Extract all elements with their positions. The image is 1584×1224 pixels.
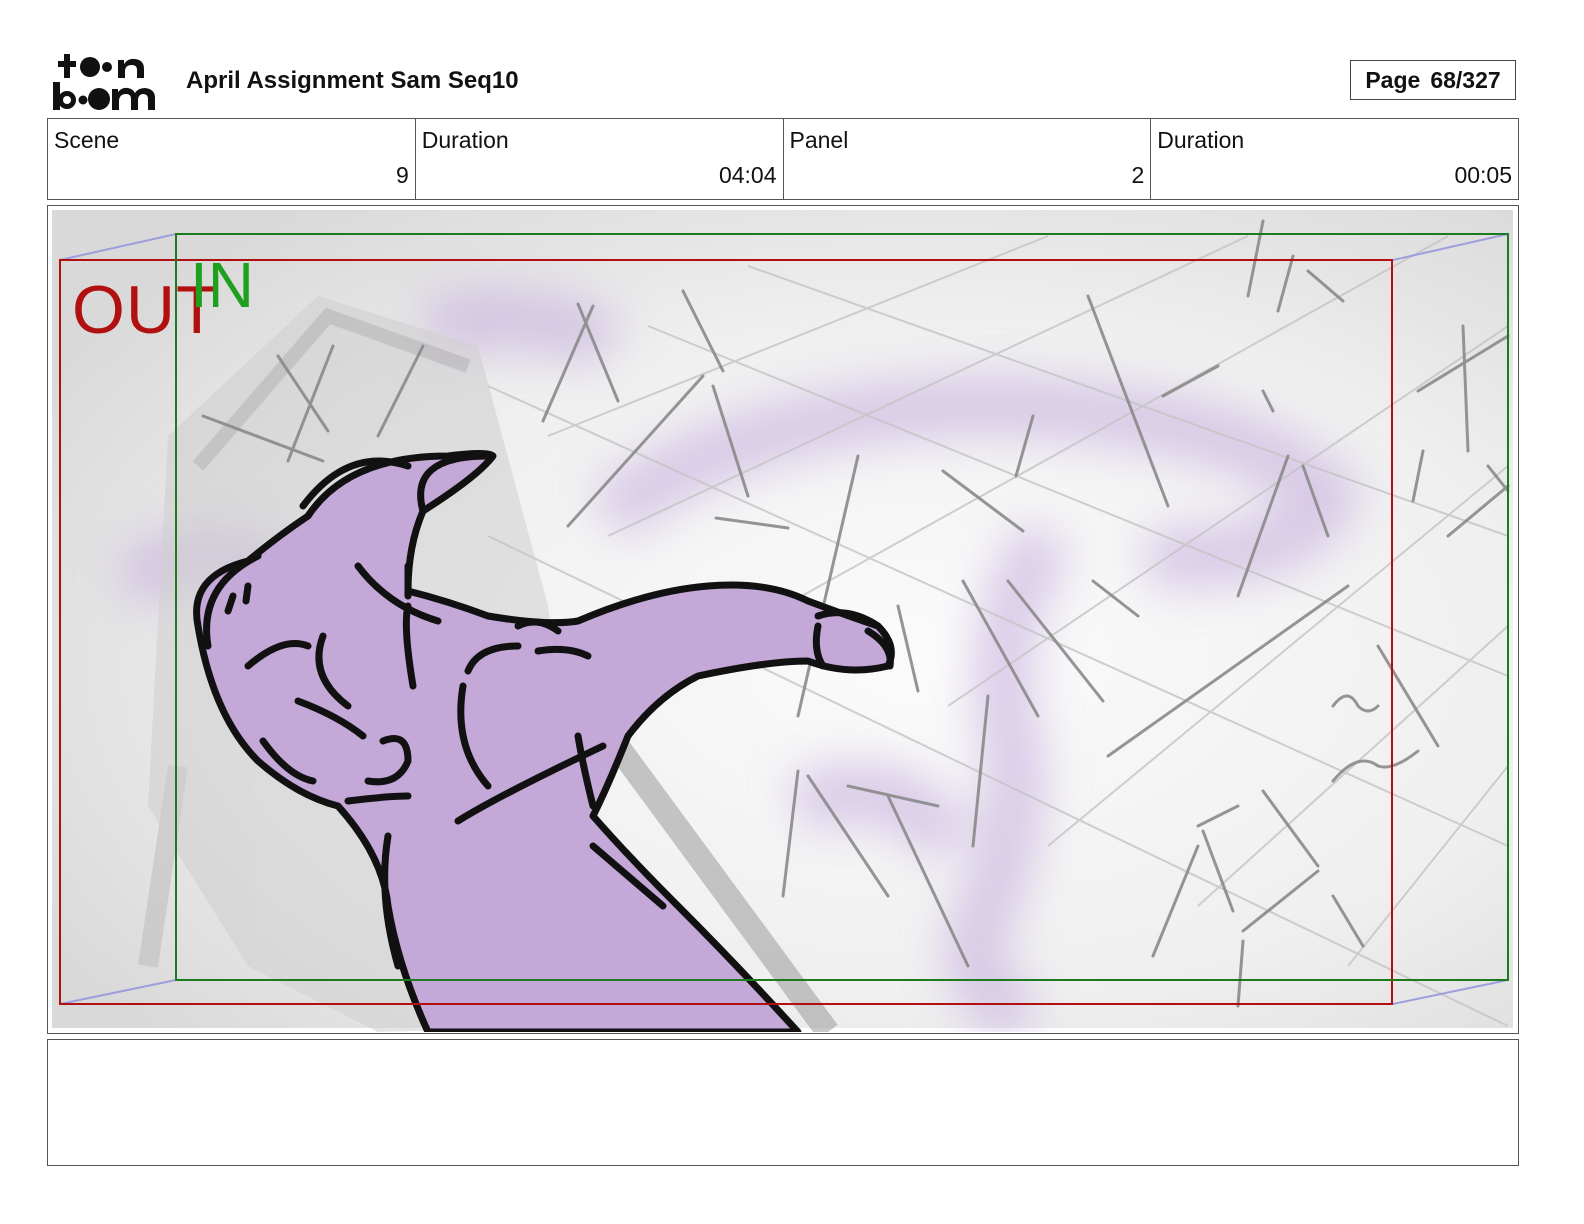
scene-label: Scene xyxy=(54,127,120,153)
panel-info-table: Scene 9 Duration 04:04 Panel 2 Duration … xyxy=(47,118,1519,200)
page-number: 68/327 xyxy=(1430,66,1501,93)
panel-duration-label: Duration xyxy=(1157,127,1245,153)
scene-duration-label: Duration xyxy=(421,127,509,153)
panel-value: 2 xyxy=(1131,162,1145,188)
panel-drawing xyxy=(52,210,1513,1032)
panel-cell: Panel 2 xyxy=(782,119,1151,199)
scene-duration-value: 04:04 xyxy=(718,162,777,188)
panel-duration-cell: Duration 00:05 xyxy=(1150,119,1518,199)
logo-icon xyxy=(53,54,155,110)
scene-cell: Scene 9 xyxy=(48,119,415,199)
scene-value: 9 xyxy=(395,162,409,188)
panel-label: Panel xyxy=(789,127,849,153)
panel-notes-box xyxy=(47,1039,1519,1166)
storyboard-panel: OUT IN xyxy=(47,205,1519,1034)
scene-duration-cell: Duration 04:04 xyxy=(414,119,783,199)
page-label: Page xyxy=(1365,66,1421,93)
panel-duration-value: 00:05 xyxy=(1454,162,1512,188)
page-indicator: Page 68/327 xyxy=(1350,60,1516,100)
document-title: April Assignment Sam Seq10 xyxy=(186,67,519,94)
in-frame-label: IN xyxy=(190,249,254,321)
toon-boom-logo xyxy=(52,52,164,112)
